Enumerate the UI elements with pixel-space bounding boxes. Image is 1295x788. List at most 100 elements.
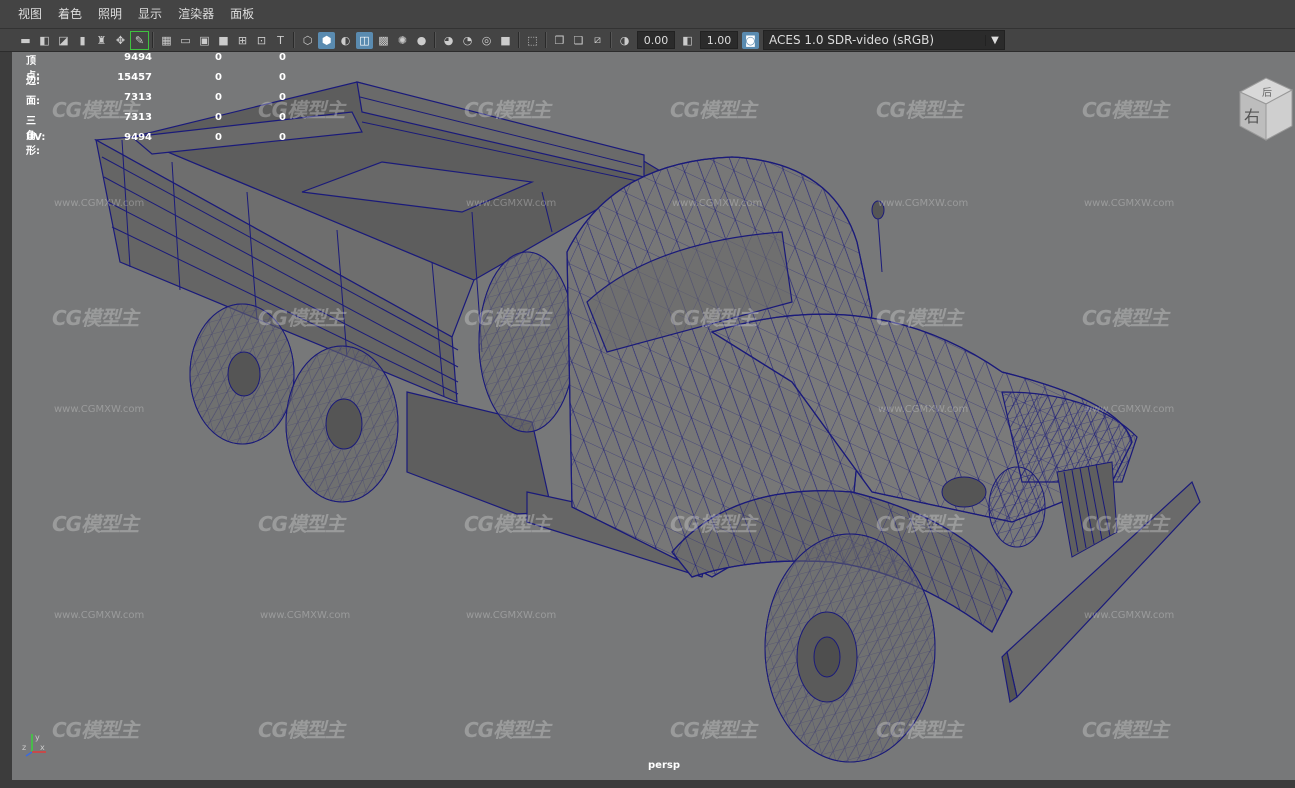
view-cube[interactable]: 后 右 [1232,74,1295,150]
menu-bar: 视图 着色 照明 显示 渲染器 面板 [0,0,1295,29]
watermark: CG模型主 [464,306,551,330]
select-camera-icon[interactable]: ▬ [17,32,34,49]
menu-renderer[interactable]: 渲染器 [170,0,222,28]
safe-action-icon[interactable]: ⊡ [253,32,270,49]
watermark: CG模型主 [464,718,551,742]
xray-components-icon[interactable]: ⧄ [589,32,606,49]
watermark-url: www.CGMXW.com [878,198,969,209]
smooth-shade-icon[interactable]: ⬢ [318,31,335,49]
bottom-panel-edge [0,780,1295,788]
grease-pencil-icon[interactable]: ✎ [130,30,149,50]
watermark-url: www.CGMXW.com [878,404,969,415]
wireframe-on-shaded-icon[interactable]: ◫ [356,31,373,49]
svg-text:z: z [22,743,26,752]
safe-title-icon[interactable]: T [272,32,289,49]
menu-shading[interactable]: 着色 [50,0,90,28]
toolbar-divider [545,32,547,48]
depth-of-field-icon[interactable]: ■ [497,32,514,49]
xray-icon[interactable]: ❐ [551,32,568,49]
hud-label: 边: [26,76,40,87]
screen-space-ao-icon[interactable]: ◕ [440,32,457,49]
watermark-url: www.CGMXW.com [260,610,351,621]
bookmarks-icon[interactable]: ▮ [74,32,91,49]
color-space-dropdown[interactable]: ACES 1.0 SDR-video (sRGB) ▼ [763,30,1005,50]
watermark: CG模型主 [876,306,963,330]
hud-value: 15457 [117,72,152,83]
bookmark-icon[interactable]: ◪ [55,32,72,49]
hud-value: 0 [215,52,222,63]
xray-joints-icon[interactable]: ❏ [570,32,587,49]
hud-value: 0 [279,92,286,103]
watermark: CG模型主 [876,718,963,742]
watermark: CG模型主 [1082,512,1169,536]
exposure-field[interactable]: 0.00 [637,31,675,49]
hud-label: UV: [26,132,46,143]
image-plane-icon[interactable]: ♜ [93,32,110,49]
hud-value: 0 [215,132,222,143]
hud-value: 0 [215,72,222,83]
field-chart-icon[interactable]: ⊞ [234,32,251,49]
hud-value: 7313 [124,92,152,103]
watermark-url: www.CGMXW.com [1084,404,1175,415]
isolate-select-icon[interactable]: ⬚ [524,32,541,49]
axis-gizmo: y x z [22,728,50,762]
shadows-icon[interactable]: ● [413,32,430,49]
toolbar-divider [610,32,612,48]
3d-viewport[interactable]: CG模型主 CG模型主 CG模型主 CG模型主 CG模型主 CG模型主 CG模型… [12,52,1295,780]
hud-value: 0 [215,92,222,103]
hud-value: 0 [279,72,286,83]
toolbar-divider [293,32,295,48]
menu-panels[interactable]: 面板 [222,0,262,28]
hud-value: 0 [279,112,286,123]
exposure-icon[interactable]: ◑ [616,32,633,49]
menu-view[interactable]: 视图 [0,0,50,28]
menu-lighting[interactable]: 照明 [90,0,130,28]
watermark: CG模型主 [258,718,345,742]
truck-wireframe [93,81,1201,763]
watermark-url: www.CGMXW.com [466,610,557,621]
svg-text:x: x [40,743,45,752]
watermark: CG模型主 [876,98,963,122]
spare-wheel [478,251,576,433]
hud-value: 0 [279,52,286,63]
panel-toolbar: ▬ ◧ ◪ ▮ ♜ ✥ ✎ ▦ ▭ ▣ ■ ⊞ ⊡ T ⬡ ⬢ ◐ ◫ ▩ ✺ … [0,29,1295,52]
watermark-url: www.CGMXW.com [466,198,557,209]
toolbar-divider [518,32,520,48]
wireframe-icon[interactable]: ⬡ [299,32,316,49]
watermark: CG模型主 [670,98,757,122]
watermark-url: www.CGMXW.com [54,198,145,209]
left-panel-edge [0,52,12,788]
use-all-lights-icon[interactable]: ✺ [394,32,411,49]
color-management-icon[interactable]: ◙ [742,31,759,49]
grid-icon[interactable]: ▦ [158,32,175,49]
default-material-icon[interactable]: ◐ [337,32,354,49]
hud-label: 面: [26,96,40,107]
view-cube-front-label: 右 [1244,107,1260,126]
watermark: CG模型主 [258,512,345,536]
camera-name-label: persp [648,760,680,771]
watermark: CG模型主 [52,718,139,742]
2d-pan-zoom-icon[interactable]: ✥ [112,32,129,49]
chevron-down-icon: ▼ [985,34,1004,46]
gate-mask-icon[interactable]: ■ [215,32,232,49]
toolbar-divider [434,32,436,48]
menu-show[interactable]: 显示 [130,0,170,28]
watermark: CG模型主 [670,306,757,330]
gamma-field[interactable]: 1.00 [700,31,738,49]
side-mirror [871,200,885,273]
watermark-url: www.CGMXW.com [54,610,145,621]
textured-icon[interactable]: ▩ [375,32,392,49]
film-gate-icon[interactable]: ▭ [177,32,194,49]
watermark-url: www.CGMXW.com [1084,198,1175,209]
resolution-gate-icon[interactable]: ▣ [196,32,213,49]
multisample-aa-icon[interactable]: ◎ [478,32,495,49]
watermark: CG模型主 [1082,718,1169,742]
toolbar-divider [152,32,154,48]
camera-attributes-icon[interactable]: ◧ [36,32,53,49]
color-space-value: ACES 1.0 SDR-video (sRGB) [769,33,935,47]
watermark: CG模型主 [52,306,139,330]
watermark: CG模型主 [670,718,757,742]
gamma-icon[interactable]: ◧ [679,32,696,49]
watermark: CG模型主 [1082,98,1169,122]
motion-blur-icon[interactable]: ◔ [459,32,476,49]
